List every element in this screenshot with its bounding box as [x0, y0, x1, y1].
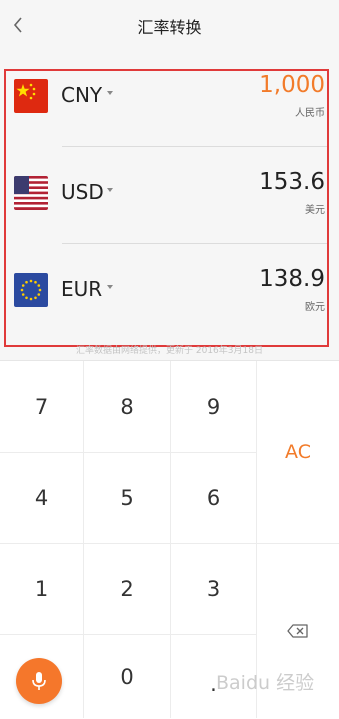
key-9[interactable]: 9 — [171, 361, 256, 452]
key-2[interactable]: 2 — [84, 544, 170, 634]
baidu-watermark: Baidu 经验 — [216, 672, 315, 694]
key-3[interactable]: 3 — [171, 544, 256, 634]
page-title: 汇率转换 — [137, 18, 202, 37]
key-1[interactable]: 1 — [0, 544, 83, 634]
key-5[interactable]: 5 — [84, 453, 170, 543]
microphone-icon — [32, 672, 46, 690]
key-0[interactable]: 0 — [84, 635, 170, 718]
voice-input-button[interactable] — [16, 658, 62, 704]
app-header: 汇率转换 — [0, 0, 339, 52]
key-7[interactable]: 7 — [0, 361, 83, 452]
update-note: 汇率数据由网络提供，更新于 2016年3月18日 — [76, 346, 263, 356]
highlight-frame — [4, 69, 329, 347]
clear-button[interactable]: AC — [257, 361, 339, 543]
key-8[interactable]: 8 — [84, 361, 170, 452]
key-6[interactable]: 6 — [171, 453, 256, 543]
backspace-icon — [287, 624, 308, 638]
key-4[interactable]: 4 — [0, 453, 83, 543]
